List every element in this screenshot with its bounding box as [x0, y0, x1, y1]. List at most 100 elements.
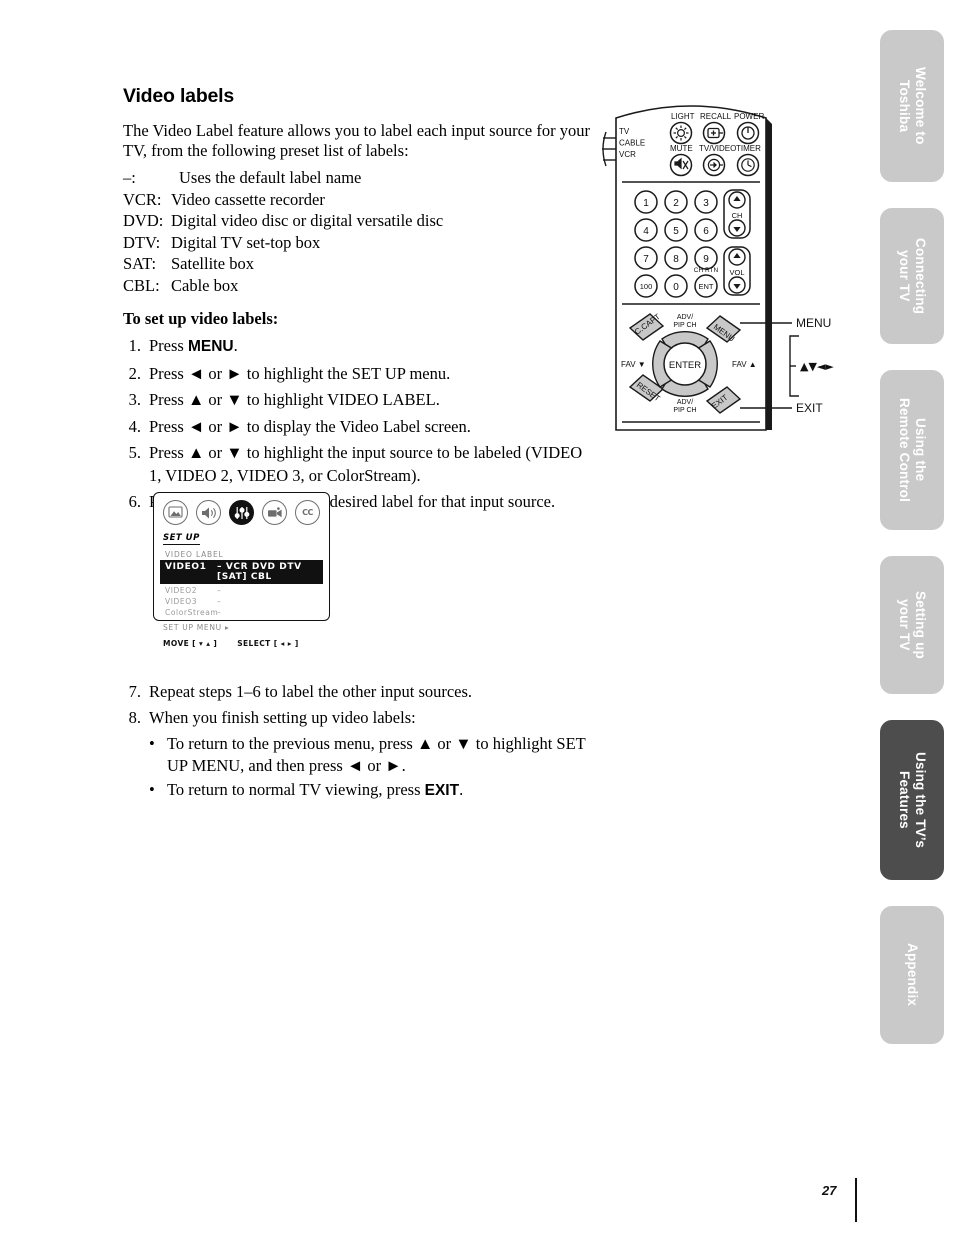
svg-text:PIP CH: PIP CH [673, 322, 696, 329]
picture-icon [163, 500, 188, 525]
mode-label-vcr: VCR [619, 150, 636, 159]
step-key-label: MENU [187, 338, 234, 355]
osd-row-colorstream[interactable]: ColorStream – [165, 608, 329, 617]
sidebar-tab-using-the-remote-control[interactable]: Using the Remote Control [880, 370, 944, 530]
bullet-key-label: EXIT [424, 781, 460, 799]
step-text: Press MENU. [149, 335, 593, 359]
intro-paragraph: The Video Label feature allows you to la… [123, 121, 590, 160]
manual-page: Video labels The Video Label feature all… [0, 0, 954, 1235]
definition-desc: Satellite box [171, 254, 254, 273]
osd-set-up-menu-link[interactable]: SET UP MENU ▸ [163, 623, 329, 632]
procedure-step-list: 1. Press MENU. 2. Press ◄ or ► to highli… [123, 335, 593, 514]
label-timer: TIMER [736, 144, 761, 153]
bullet-glyph: • [149, 779, 155, 799]
procedure-step: 1. Press MENU. [123, 335, 593, 359]
procedure-step: 7. Repeat steps 1–6 to label the other i… [123, 681, 593, 704]
bullet-item: • To return to normal TV viewing, press … [149, 779, 593, 803]
step-bullet-list: • To return to the previous menu, press … [149, 733, 593, 803]
osd-menu-screenshot: CC SET UP VIDEO LABEL VIDEO1 – VCR DVD D… [153, 492, 330, 648]
osd-row-value: – [217, 608, 222, 617]
step-text: Press ▲ or ▼ to highlight the input sour… [149, 443, 583, 485]
definition-row: CBL: Cable box [123, 275, 593, 297]
step-number: 6. [128, 492, 141, 511]
procedure-step: 8. When you finish setting up video labe… [123, 707, 593, 803]
label-ch-rtn: CH RTN [694, 267, 719, 274]
audio-icon [196, 500, 221, 525]
label-fav-down: FAV ▼ [621, 360, 646, 369]
step-number: 2. [128, 363, 141, 383]
tab-label: Using the TV’s Features [897, 751, 928, 849]
label-mute: MUTE [670, 144, 693, 153]
osd-row-video3[interactable]: VIDEO3 – [165, 597, 329, 606]
osd-icon-row: CC [154, 493, 329, 525]
osd-section-label: VIDEO LABEL [165, 550, 224, 559]
svg-text:6: 6 [703, 226, 709, 237]
mode-label-cable: CABLE [619, 139, 645, 148]
sidebar-tab-setting-up-your-tv[interactable]: Setting up your TV [880, 556, 944, 694]
sidebar-tab-connecting-your-tv[interactable]: Connecting your TV [880, 208, 944, 344]
label-adv-pip-ch-up: ADV/ [677, 314, 693, 321]
osd-row-video2[interactable]: VIDEO2 – [165, 586, 329, 595]
step-text: Press ◄ or ► to highlight the SET UP men… [149, 363, 451, 383]
step-text: Press ▲ or ▼ to highlight VIDEO LABEL. [149, 390, 440, 409]
osd-row-value: – [217, 597, 222, 606]
step-text-after: . [233, 336, 238, 355]
tab-label: Welcome to Toshiba [897, 67, 928, 145]
definition-key: SAT: [123, 254, 157, 273]
procedure-step: 5. Press ▲ or ▼ to highlight the input s… [123, 442, 593, 487]
bullet-text-before: To return to normal TV viewing, press [167, 779, 425, 799]
osd-row-source: ColorStream [165, 608, 219, 617]
osd-row-value: – [217, 586, 222, 595]
bullet-glyph: • [149, 733, 155, 753]
step-text: Repeat steps 1–6 to label the other inpu… [149, 681, 473, 701]
label-enter: ENTER [669, 360, 701, 371]
step-number: 7. [128, 681, 141, 701]
label-fav-up: FAV ▲ [732, 360, 757, 369]
svg-text:4: 4 [643, 226, 649, 237]
page-number: 27 [822, 1183, 837, 1198]
definition-key: VCR: [123, 189, 162, 209]
bullet-text-after: . [459, 779, 464, 799]
remote-control-illustration: TV CABLE VCR LIGHT RECALL POWER MUTE TV/… [596, 92, 886, 442]
definition-desc: Uses the default label name [179, 168, 362, 187]
label-power: POWER [734, 112, 764, 121]
main-content: Video labels The Video Label feature all… [123, 85, 593, 807]
svg-text:3: 3 [703, 198, 709, 209]
tab-label: Connecting your TV [897, 237, 928, 315]
osd-move-hint: MOVE [ ▾ ▴ ] [163, 639, 218, 648]
mode-label-tv: TV [619, 127, 630, 136]
callout-menu: MENU [796, 316, 831, 330]
svg-text:8: 8 [673, 254, 679, 265]
osd-row-source: VIDEO3 [165, 597, 198, 606]
definition-desc: Digital TV set-top box [171, 232, 321, 252]
procedure-step: 2. Press ◄ or ► to highlight the SET UP … [123, 363, 593, 386]
svg-text:1: 1 [643, 198, 649, 209]
definition-desc: Digital video disc or digital versatile … [171, 211, 444, 230]
osd-select-hint: SELECT [ ◂ ▸ ] [237, 639, 299, 648]
label-adv-pip-ch-down: ADV/ [677, 399, 693, 406]
mode-bracket [602, 131, 616, 167]
closed-caption-text: CC [302, 508, 313, 517]
page-title: Video labels [123, 85, 235, 107]
sidebar-tab-welcome-to-toshiba[interactable]: Welcome to Toshiba [880, 30, 944, 182]
tab-label: Appendix [905, 943, 920, 1007]
definition-key: DVD: [123, 211, 164, 230]
svg-text:2: 2 [673, 198, 679, 209]
closed-caption-icon: CC [295, 500, 320, 525]
definition-row: –: Uses the default label name [123, 167, 593, 189]
callout-exit: EXIT [796, 401, 823, 415]
sidebar-tab-appendix[interactable]: Appendix [880, 906, 944, 1044]
osd-highlighted-row[interactable]: VIDEO1 – VCR DVD DTV [SAT] CBL [160, 560, 323, 584]
step-number: 4. [128, 416, 141, 436]
step-number: 1. [128, 336, 141, 355]
bullet-item: • To return to the previous menu, press … [149, 733, 593, 778]
definition-key: DTV: [123, 232, 161, 252]
svg-text:0: 0 [673, 282, 679, 293]
video-icon [262, 500, 287, 525]
bullet-text: To return to normal TV viewing, press EX… [167, 779, 593, 803]
svg-text:5: 5 [673, 226, 679, 237]
bullet-text: To return to the previous menu, press ▲ … [167, 733, 586, 776]
sidebar-tab-using-the-tvs-features[interactable]: Using the TV’s Features [880, 720, 944, 880]
svg-text:ENT: ENT [699, 282, 714, 291]
osd-row-options: – VCR DVD DTV [SAT] CBL [217, 562, 302, 582]
